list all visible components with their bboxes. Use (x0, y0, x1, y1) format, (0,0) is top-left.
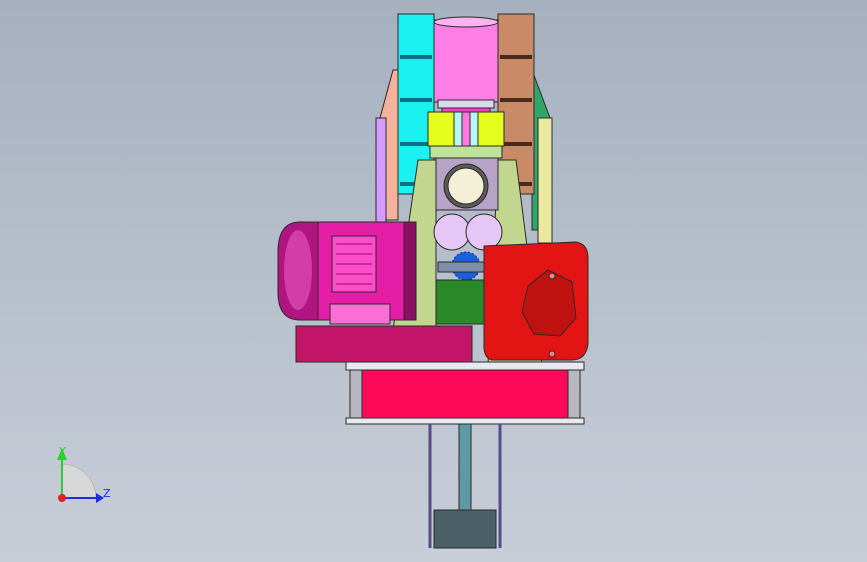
base-right-web (567, 369, 581, 419)
collar-plate (429, 145, 503, 159)
base-bottom-flange (345, 417, 585, 425)
lower-shaft (458, 423, 472, 515)
cylinder-top (433, 16, 499, 28)
bucket (433, 509, 497, 549)
left-gear (433, 213, 471, 251)
machine-assembly[interactable] (277, 13, 589, 549)
base-beam (361, 369, 569, 419)
y-axis-label: Y (58, 445, 66, 458)
drive-shaft (437, 261, 491, 273)
gearbox-bolt-2 (548, 350, 556, 358)
gearbox-bolt-1 (548, 272, 556, 280)
cylinder-body (433, 19, 499, 103)
motor-cap-highlight (284, 230, 312, 310)
right-side-post (537, 117, 553, 244)
right-gear (465, 213, 503, 251)
triad-quarter-circle (61, 463, 97, 499)
motor-flange (403, 221, 417, 321)
bearing-face (447, 167, 485, 205)
left-yellow-clamp (427, 111, 455, 147)
right-yellow-clamp (477, 111, 505, 147)
cad-viewport[interactable]: Y Z (0, 0, 867, 562)
cylinder-base (437, 99, 495, 109)
base-top-flange (345, 361, 585, 371)
z-axis-label: Z (103, 487, 111, 500)
motor-base (295, 325, 473, 363)
motor-foot (329, 303, 391, 325)
orientation-triad[interactable]: Y Z (57, 445, 111, 503)
green-block (435, 279, 489, 325)
x-axis-dot (58, 494, 66, 502)
base-left-web (349, 369, 363, 419)
